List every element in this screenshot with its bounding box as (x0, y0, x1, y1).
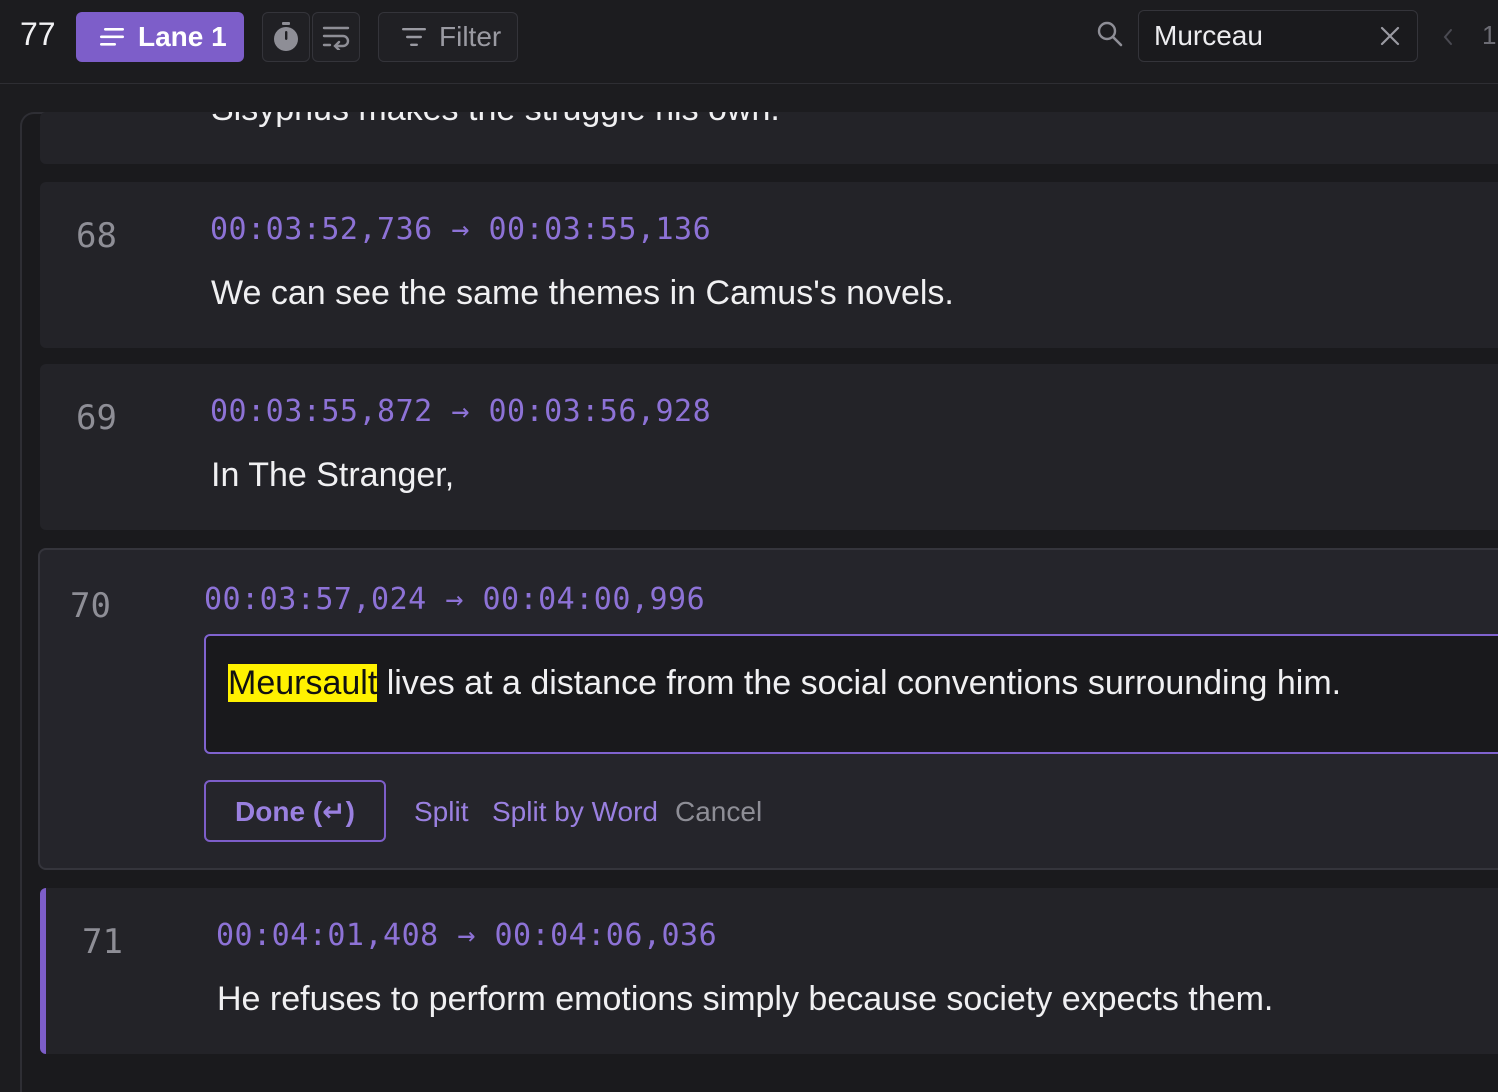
wrap-text-icon (322, 26, 350, 50)
start-time: 00:03:55,872 (210, 394, 433, 429)
lane-selector-button[interactable]: Lane 1 (76, 12, 244, 62)
cue-number: 70 (70, 586, 111, 626)
cue-card-69[interactable]: 69 00:03:55,872 → 00:03:56,928 In The St… (40, 364, 1498, 530)
cue-number: 69 (76, 398, 117, 438)
lane-label: Lane 1 (138, 21, 227, 52)
end-time: 00:04:06,036 (494, 918, 718, 953)
cue-timestamp[interactable]: 00:03:55,872 → 00:03:56,928 (210, 394, 711, 429)
cue-text: We can see the same themes in Camus's no… (211, 274, 954, 312)
search-icon (1097, 21, 1123, 47)
start-time: 00:04:01,408 (216, 918, 439, 953)
arrow-icon: → (451, 212, 470, 247)
done-button[interactable]: Done (↵) (204, 780, 386, 842)
close-icon[interactable] (1379, 25, 1401, 47)
filter-icon (402, 28, 426, 46)
editor-text: Meursault lives at a distance from the s… (228, 664, 1341, 703)
search-value: Murceau (1154, 20, 1263, 51)
editor-text-rest: lives at a distance from the social conv… (377, 664, 1342, 702)
timing-button[interactable] (262, 12, 310, 62)
start-time: 00:03:57,024 (204, 582, 427, 617)
cue-text: He refuses to perform emotions simply be… (217, 980, 1274, 1018)
cue-timestamp[interactable]: 00:03:57,024 → 00:04:00,996 (204, 582, 705, 617)
end-time: 00:03:56,928 (488, 394, 712, 429)
search-input[interactable]: Murceau (1138, 10, 1418, 62)
cancel-button[interactable]: Cancel (675, 796, 762, 828)
cue-card-68[interactable]: 68 00:03:52,736 → 00:03:55,136 We can se… (40, 182, 1498, 348)
cue-card-partial[interactable]: Sisyphus makes the struggle his own. (40, 112, 1498, 164)
cue-card-70-editing[interactable]: 70 00:03:57,024 → 00:04:00,996 Meursault… (38, 548, 1498, 870)
arrow-icon: → (457, 918, 476, 953)
end-time: 00:04:00,996 (482, 582, 706, 617)
cue-number: 68 (76, 216, 117, 256)
lines-icon (100, 28, 124, 46)
cue-text: In The Stranger, (211, 456, 455, 494)
arrow-icon: → (445, 582, 464, 617)
cue-number: 71 (82, 922, 123, 962)
cue-timestamp[interactable]: 00:04:01,408 → 00:04:06,036 (216, 918, 717, 953)
filter-button[interactable]: Filter (378, 12, 518, 62)
start-time: 00:03:52,736 (210, 212, 433, 247)
stopwatch-icon (274, 22, 298, 51)
search-highlight: Meursault (228, 664, 378, 702)
filter-label: Filter (439, 21, 502, 52)
split-button[interactable]: Split (414, 796, 468, 828)
split-by-word-button[interactable]: Split by Word (492, 796, 658, 828)
toolbar: 77 Lane 1 Filter Murceau 1 (0, 0, 1498, 84)
wrap-text-button[interactable] (312, 12, 360, 62)
search-result-count: 1 (1482, 20, 1497, 50)
end-time: 00:03:55,136 (488, 212, 712, 247)
arrow-icon: → (451, 394, 470, 429)
chevron-left-icon[interactable] (1440, 26, 1456, 48)
cue-text-editor[interactable]: Meursault lives at a distance from the s… (204, 634, 1498, 754)
cue-text: Sisyphus makes the struggle his own. (211, 112, 780, 129)
cue-card-71[interactable]: 71 00:04:01,408 → 00:04:06,036 He refuse… (40, 888, 1498, 1054)
cue-count: 77 (20, 16, 56, 52)
cue-timestamp[interactable]: 00:03:52,736 → 00:03:55,136 (210, 212, 711, 247)
